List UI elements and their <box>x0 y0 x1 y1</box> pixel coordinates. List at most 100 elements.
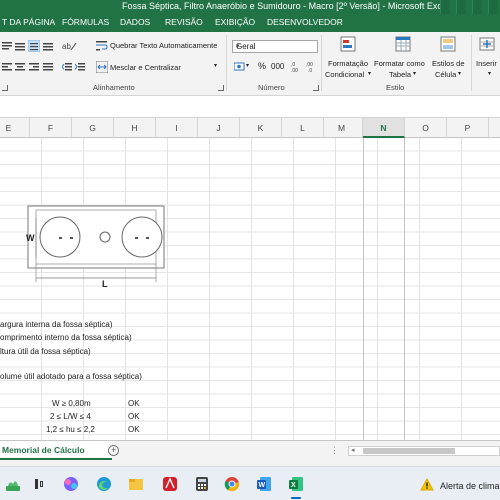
tab-formulas[interactable]: FÓRMULAS <box>62 17 109 27</box>
column-header[interactable]: F <box>30 118 72 138</box>
align-center-icon[interactable] <box>15 62 25 72</box>
column-header[interactable]: H <box>114 118 156 138</box>
widgets-icon[interactable] <box>5 476 21 492</box>
check-result-cell[interactable]: OK <box>128 399 140 408</box>
merge-center-icon[interactable] <box>96 61 108 73</box>
selected-column-outline <box>363 138 405 440</box>
increase-decimal-icon[interactable]: ,0,00 <box>291 61 303 72</box>
cell-styles-label-1[interactable]: Estilos de <box>432 59 465 68</box>
group-label-number: Número <box>258 83 285 92</box>
cell-styles-icon[interactable] <box>440 36 458 54</box>
insert-button[interactable]: Inserir <box>476 59 497 68</box>
orientation-icon[interactable]: ab <box>62 40 78 52</box>
justify-icon[interactable] <box>43 62 53 72</box>
cell-styles-label-2[interactable]: Célula <box>435 70 456 79</box>
tab-developer[interactable]: DESENVOLVEDOR <box>267 17 343 27</box>
tab-page-layout[interactable]: T DA PÁGINA <box>2 17 55 27</box>
column-header[interactable]: O <box>405 118 447 138</box>
column-header[interactable]: K <box>240 118 282 138</box>
column-header[interactable]: L <box>282 118 324 138</box>
svg-text:W: W <box>259 482 266 489</box>
check-condition-cell[interactable]: 2 ≤ L/W ≤ 4 <box>50 412 91 421</box>
active-app-indicator <box>291 497 301 499</box>
increase-indent-icon[interactable] <box>75 62 85 72</box>
align-left-icon[interactable] <box>2 62 12 72</box>
align-middle-selected-icon[interactable] <box>28 40 40 52</box>
formula-bar-area[interactable] <box>0 96 500 118</box>
percent-button[interactable]: % <box>258 61 266 71</box>
align-bottom-icon[interactable] <box>43 41 53 51</box>
chevron-down-icon[interactable]: ▾ <box>458 70 461 77</box>
decrease-indent-icon[interactable] <box>62 62 72 72</box>
file-explorer-icon[interactable] <box>128 476 144 492</box>
height-description-cell[interactable]: ltura útil da fossa séptica) <box>0 347 91 356</box>
volume-description-cell[interactable]: olume útil adotado para a fossa séptica) <box>0 372 142 381</box>
copilot-icon[interactable] <box>63 476 79 492</box>
sheet-tab-memorial[interactable]: Memorial de Cálculo <box>0 441 112 460</box>
chevron-down-icon[interactable]: ▾ <box>413 70 416 77</box>
acrobat-icon[interactable] <box>162 476 178 492</box>
column-header-selected[interactable]: N <box>363 118 405 138</box>
merge-dropdown-chevron-icon[interactable]: ▾ <box>214 62 217 69</box>
check-condition-cell[interactable]: 1,2 ≤ hu ≤ 2,2 <box>46 425 95 434</box>
column-header[interactable]: J <box>198 118 240 138</box>
add-sheet-button[interactable]: + <box>108 445 119 456</box>
number-group-launcher-icon[interactable] <box>313 85 319 91</box>
excel-icon[interactable]: X <box>288 476 304 492</box>
accounting-format-icon[interactable] <box>234 62 246 72</box>
font-group-launcher-icon[interactable] <box>2 85 8 91</box>
tab-view[interactable]: EXIBIÇÃO <box>215 17 255 27</box>
calculator-icon[interactable] <box>194 476 210 492</box>
word-icon[interactable]: W <box>256 476 272 492</box>
length-description-cell[interactable]: omprimento interno da fossa séptica) <box>0 333 132 342</box>
column-header[interactable]: E <box>0 118 30 138</box>
windows-taskbar: W X Alerta de clima <box>0 466 500 500</box>
title-deco <box>456 0 466 14</box>
column-header[interactable]: M <box>321 118 363 138</box>
title-deco <box>472 0 482 14</box>
align-middle-icon[interactable] <box>15 41 25 51</box>
conditional-formatting-label-1[interactable]: Formatação <box>328 59 368 68</box>
ribbon: ab Quebrar Texto Automaticamente Mesclar… <box>0 32 500 96</box>
column-header[interactable]: P <box>447 118 489 138</box>
weather-alert-text[interactable]: Alerta de clima <box>440 481 500 491</box>
task-view-icon[interactable] <box>33 476 49 492</box>
window-title: Fossa Séptica, Filtro Anaeróbio e Sumido… <box>122 1 449 11</box>
format-as-table-label-1[interactable]: Formatar como <box>374 59 425 68</box>
conditional-formatting-icon[interactable] <box>340 36 358 54</box>
more-options-icon[interactable]: ⋮ <box>330 445 339 456</box>
chevron-down-icon: ▾ <box>236 43 240 50</box>
chrome-browser-icon[interactable] <box>224 476 240 492</box>
wrap-text-icon[interactable] <box>96 40 108 52</box>
horizontal-scrollbar[interactable]: ◂ <box>348 446 500 456</box>
width-description-cell[interactable]: argura interna da fossa séptica) <box>0 320 113 329</box>
align-top-icon[interactable] <box>2 41 12 51</box>
scrollbar-thumb[interactable] <box>363 448 455 454</box>
diagram-width-label: W <box>26 233 35 243</box>
group-label-alignment: Alinhamento <box>93 83 135 92</box>
check-result-cell[interactable]: OK <box>128 425 140 434</box>
tab-data[interactable]: DADOS <box>120 17 150 27</box>
column-header[interactable]: G <box>72 118 114 138</box>
chevron-down-icon[interactable]: ▾ <box>368 70 371 77</box>
format-as-table-label-2[interactable]: Tabela <box>389 70 411 79</box>
number-format-select[interactable]: Geral ▾ <box>232 40 318 53</box>
alignment-group-launcher-icon[interactable] <box>218 85 224 91</box>
warning-icon[interactable] <box>420 478 436 494</box>
wrap-text-button[interactable]: Quebrar Texto Automaticamente <box>110 41 217 50</box>
thousands-separator-button[interactable]: 000 <box>271 62 284 71</box>
format-as-table-icon[interactable] <box>395 36 413 54</box>
column-header[interactable]: I <box>156 118 198 138</box>
accounting-dropdown-icon[interactable]: ▾ <box>246 62 249 69</box>
chevron-down-icon[interactable]: ▾ <box>488 70 491 77</box>
tab-review[interactable]: REVISÃO <box>165 17 203 27</box>
align-right-icon[interactable] <box>29 62 39 72</box>
check-condition-cell[interactable]: W ≥ 0,80m <box>52 399 91 408</box>
check-result-cell[interactable]: OK <box>128 412 140 421</box>
insert-cells-icon[interactable] <box>479 36 497 54</box>
conditional-formatting-label-2[interactable]: Condicional <box>325 70 364 79</box>
scroll-left-icon[interactable]: ◂ <box>351 446 355 454</box>
edge-browser-icon[interactable] <box>96 476 112 492</box>
decrease-decimal-icon[interactable]: ,00,0 <box>306 61 318 72</box>
merge-center-button[interactable]: Mesclar e Centralizar <box>110 63 181 72</box>
